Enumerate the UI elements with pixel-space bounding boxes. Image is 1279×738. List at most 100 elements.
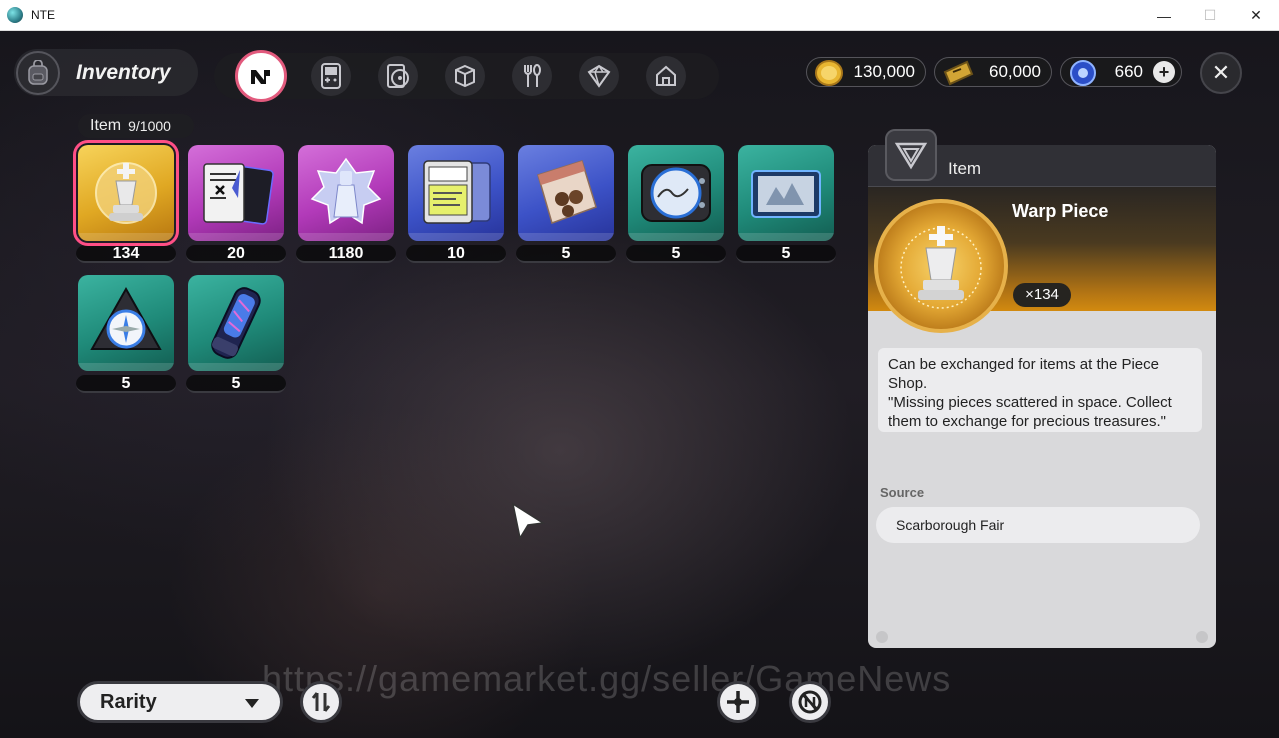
sort-label: Rarity bbox=[100, 690, 157, 713]
tab-special[interactable] bbox=[579, 56, 619, 96]
description-line-1: Can be exchanged for items at the Piece … bbox=[888, 356, 1159, 392]
blue-crystal-icon bbox=[1067, 58, 1099, 93]
window-controls: — ☐ ✕ bbox=[1141, 0, 1279, 31]
disc-case-icon bbox=[387, 64, 409, 88]
inventory-header: Inventory bbox=[14, 49, 198, 96]
category-tabbar bbox=[214, 50, 719, 102]
item-card[interactable] bbox=[73, 140, 179, 246]
watermark-text: https://gamemarket.gg/seller/GameNews bbox=[262, 658, 952, 699]
house-icon bbox=[656, 65, 676, 86]
item-card[interactable] bbox=[188, 145, 284, 241]
tab-housing[interactable] bbox=[646, 56, 686, 96]
item-count-label: Item 9/1000 bbox=[78, 114, 194, 138]
item-slot-canister[interactable]: 5 bbox=[186, 275, 286, 393]
source-link[interactable]: Scarborough Fair bbox=[876, 507, 1200, 543]
box-icon bbox=[455, 64, 475, 88]
gameboy-icon bbox=[321, 63, 341, 89]
item-count: 5 bbox=[516, 245, 616, 263]
item-card[interactable] bbox=[738, 145, 834, 241]
crystal-icon bbox=[310, 157, 382, 225]
sort-arrows-icon bbox=[311, 692, 331, 712]
item-slot-card[interactable]: 20 bbox=[186, 145, 286, 263]
item-slot-crystal[interactable]: 1180 bbox=[296, 145, 396, 263]
item-tab-label: Item bbox=[90, 117, 122, 134]
photo-tablet-icon bbox=[751, 170, 821, 218]
detail-item-name: Warp Piece bbox=[1012, 201, 1109, 221]
sort-dropdown[interactable]: Rarity bbox=[77, 681, 283, 723]
caret-down-icon bbox=[245, 699, 259, 708]
tab-discs[interactable] bbox=[378, 56, 418, 96]
item-count: 5 bbox=[736, 245, 836, 263]
chess-king-icon bbox=[95, 162, 157, 224]
gold-coin-icon bbox=[813, 58, 845, 93]
panel-corner-dot bbox=[1196, 631, 1208, 643]
item-count: 1180 bbox=[296, 245, 396, 263]
item-slot-photo[interactable]: 5 bbox=[736, 145, 836, 263]
item-count: 5 bbox=[626, 245, 726, 263]
item-count: 5 bbox=[186, 375, 286, 393]
item-slot-device[interactable]: 10 bbox=[406, 145, 506, 263]
minimize-button[interactable]: — bbox=[1141, 0, 1187, 31]
fork-spoon-icon bbox=[524, 64, 541, 87]
no-entry-icon bbox=[798, 690, 822, 714]
source-label: Source bbox=[880, 485, 925, 500]
triangle-emblem-icon bbox=[894, 142, 928, 170]
window-title: NTE bbox=[31, 8, 55, 22]
item-card[interactable] bbox=[188, 275, 284, 371]
item-detail-panel: Item Warp Piece ×134 Can be exchanged fo… bbox=[868, 145, 1216, 648]
tab-gadgets[interactable] bbox=[311, 56, 351, 96]
tab-food[interactable] bbox=[512, 56, 552, 96]
ticket-icon bbox=[941, 58, 975, 93]
item-slot-compass[interactable]: 5 bbox=[76, 275, 176, 393]
panel-corner-dot bbox=[876, 631, 888, 643]
window-titlebar: NTE — ☐ ✕ bbox=[0, 0, 1279, 31]
window-close-button[interactable]: ✕ bbox=[1233, 0, 1279, 31]
item-card[interactable] bbox=[298, 145, 394, 241]
tab-all-items[interactable] bbox=[235, 50, 287, 102]
compass-icon bbox=[90, 286, 162, 350]
backpack-icon bbox=[16, 50, 60, 95]
crystal-amount: 660 bbox=[1114, 62, 1143, 81]
item-card[interactable] bbox=[518, 145, 614, 241]
canister-icon bbox=[211, 287, 261, 359]
n-logo-icon bbox=[251, 70, 270, 84]
app-icon bbox=[7, 7, 23, 23]
item-description: Can be exchanged for items at the Piece … bbox=[878, 348, 1202, 432]
crosshair-icon bbox=[727, 691, 749, 713]
item-slot-warp-piece[interactable]: 134 bbox=[73, 140, 179, 263]
detail-section-label: Item bbox=[948, 159, 982, 178]
cube-icon bbox=[587, 64, 611, 88]
description-line-2: "Missing pieces scattered in space. Coll… bbox=[888, 394, 1172, 430]
item-count: 10 bbox=[406, 245, 506, 263]
item-slot-snack[interactable]: 5 bbox=[516, 145, 616, 263]
item-slot-gauge[interactable]: 5 bbox=[626, 145, 726, 263]
page-title: Inventory bbox=[76, 60, 171, 84]
add-crystal-button[interactable]: + bbox=[1153, 61, 1175, 83]
item-capacity: 9/1000 bbox=[128, 118, 171, 134]
item-card[interactable] bbox=[408, 145, 504, 241]
detail-item-quantity: ×134 bbox=[1013, 283, 1071, 307]
detail-hero: Warp Piece ×134 bbox=[868, 187, 1216, 333]
sort-order-button[interactable] bbox=[300, 681, 342, 723]
item-count: 5 bbox=[76, 375, 176, 393]
mouse-cursor-icon bbox=[511, 502, 546, 541]
item-card[interactable] bbox=[78, 275, 174, 371]
item-count: 20 bbox=[186, 245, 286, 263]
discard-button[interactable] bbox=[789, 681, 831, 723]
gold-amount: 130,000 bbox=[853, 62, 915, 81]
currency-crystal: 660 + bbox=[1060, 57, 1182, 87]
snack-bag-icon bbox=[537, 160, 597, 224]
item-count: 134 bbox=[76, 245, 176, 263]
close-inventory-button[interactable]: ✕ bbox=[1200, 52, 1242, 94]
warp-piece-medal-icon bbox=[874, 199, 1008, 333]
currency-gold: 130,000 bbox=[806, 57, 926, 87]
locate-button[interactable] bbox=[717, 681, 759, 723]
maximize-button[interactable]: ☐ bbox=[1187, 0, 1233, 31]
handheld-device-icon bbox=[423, 160, 491, 224]
currency-ticket: 60,000 bbox=[934, 57, 1052, 87]
tab-materials[interactable] bbox=[445, 56, 485, 96]
ticket-amount: 60,000 bbox=[989, 62, 1041, 81]
item-card[interactable] bbox=[628, 145, 724, 241]
item-category-badge bbox=[885, 129, 937, 181]
gauge-device-icon bbox=[641, 164, 711, 222]
